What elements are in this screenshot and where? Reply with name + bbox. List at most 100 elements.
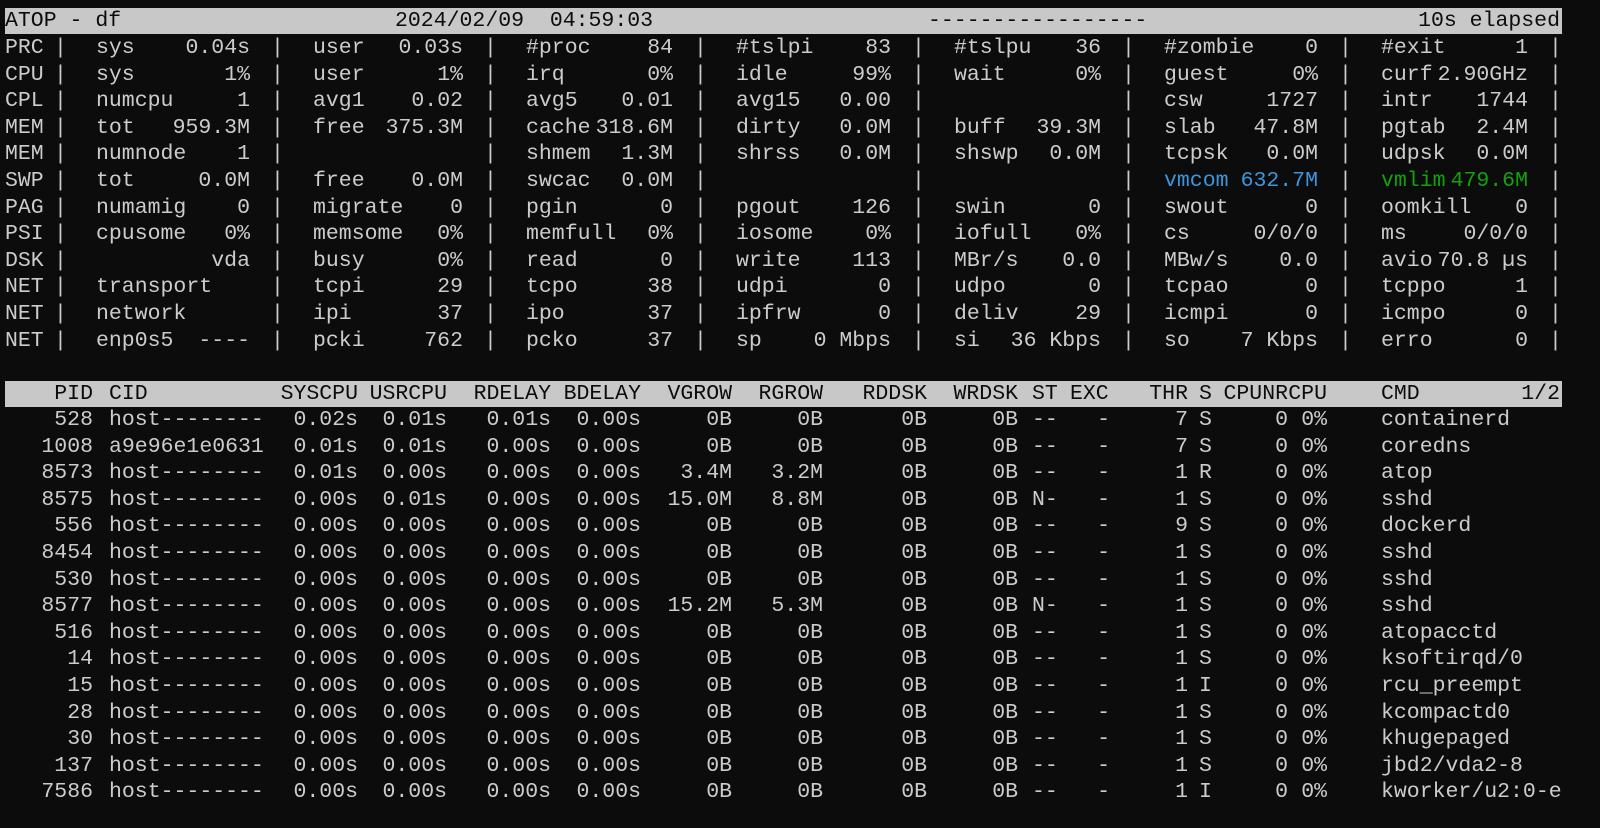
separator: | [1549,36,1562,60]
separator: | [484,275,497,300]
cell-bdelay: 0.00s [576,461,641,486]
separator: | [912,302,925,326]
cell-usrcpu: 0.01s [382,487,447,512]
cell-bdelay: 0.00s [576,434,641,459]
metric-value: 0% [437,248,463,273]
row-label: PAG [5,195,44,220]
metric-value: 0 [1305,302,1318,326]
metric-value: 7 Kbps [1240,328,1318,353]
separator: | [271,302,284,326]
column-header-usrcpu: USRCPU [369,382,447,406]
separator: | [54,222,67,247]
cell-st: -- [1032,434,1058,459]
cell-thr: 7 [1175,408,1188,432]
metric-value: 2.90GHz [1437,62,1528,87]
cell-pid: 15 [67,674,93,698]
separator: | [1339,275,1352,300]
separator: | [484,89,497,114]
cell-syscpu: 0.00s [293,674,358,698]
cell-cpunr: 0 [1275,780,1288,805]
cell-s: S [1199,487,1212,512]
cell-syscpu: 0.00s [293,620,358,645]
cell-vgrow: 3.4M [680,461,732,486]
cell-cid: host-------- [109,647,264,672]
cell-vgrow: 0B [706,727,732,752]
metric-value: 36 Kbps [1010,328,1101,353]
cell-bdelay: 0.00s [576,567,641,592]
row-label: PSI [5,222,44,247]
cell-usrcpu: 0.00s [382,461,447,486]
metric-name: shmem [526,142,591,167]
cell-thr: 1 [1175,780,1188,805]
metric-value: 0.03s [398,36,463,60]
metric-name: idle [736,62,788,87]
metric-name: cpusome [96,222,187,247]
cell-pid: 556 [54,514,93,539]
row-label: NET [5,275,44,300]
metric-value: 0 [237,195,250,220]
cell-s: S [1199,753,1212,778]
metric-name: so [1164,328,1190,353]
cell-thr: 1 [1175,753,1188,778]
cell-cid: host-------- [109,674,264,698]
metric-value: 0% [1075,62,1101,87]
metric-name: ipfrw [736,302,801,326]
metric-name: enp0s5 [96,328,174,353]
separator: | [1549,275,1562,300]
metric-name: shrss [736,142,801,167]
metric-name: shswp [954,142,1019,167]
cell-cid: host-------- [109,567,264,592]
metric-name: #zombie [1164,36,1255,60]
metric-value: 99% [852,62,891,87]
separator: | [271,275,284,300]
cell-rdelay: 0.00s [486,541,551,565]
column-header-exc: EXC [1070,382,1109,406]
column-header-thr: THR [1149,382,1188,406]
cell-cpu: 0% [1301,753,1327,778]
metric-value: 0 [1088,275,1101,300]
metric-name: swin [954,195,1006,220]
cell-cpu: 0% [1301,700,1327,725]
column-header-cmd: CMD [1381,382,1420,406]
metric-name: #exit [1381,36,1446,60]
cell-exc: - [1097,567,1110,592]
cell-st: -- [1032,780,1058,805]
separator: | [1549,302,1562,326]
cell-st: -- [1032,514,1058,539]
cell-usrcpu: 0.00s [382,674,447,698]
separator: | [912,195,925,220]
cell-rgrow: 0B [797,647,823,672]
separator: | [912,248,925,273]
separator: | [54,195,67,220]
separator: | [912,62,925,87]
cell-pid: 30 [67,727,93,752]
metric-name: pgtab [1381,115,1446,140]
cell-rdelay: 0.00s [486,700,551,725]
metric-name: irq [526,62,565,87]
header-bar [5,8,1562,34]
metric-value: 0.00 [839,89,891,114]
separator: | [1339,89,1352,114]
row-label: SWP [5,169,44,193]
metric-name: vmlim [1381,169,1446,193]
metric-value: ---- [198,328,250,353]
column-header-rddsk: RDDSK [862,382,927,406]
separator: | [1339,328,1352,353]
cell-cpunr: 0 [1275,647,1288,672]
cell-exc: - [1097,408,1110,432]
metric-name: tcpi [313,275,365,300]
cell-rddsk: 0B [901,620,927,645]
metric-name: pcko [526,328,578,353]
cell-cpunr: 0 [1275,727,1288,752]
cell-cpunr: 0 [1275,461,1288,486]
separator: | [1122,248,1135,273]
cell-vgrow: 0B [706,408,732,432]
metric-value: 0/0/0 [1463,222,1528,247]
metric-name: tcpsk [1164,142,1229,167]
metric-value: 318.6M [595,115,673,140]
separator: | [694,36,707,60]
metric-value: 479.6M [1450,169,1528,193]
column-header-st: ST [1032,382,1058,406]
cell-rgrow: 8.8M [771,487,823,512]
metric-name: udpo [954,275,1006,300]
